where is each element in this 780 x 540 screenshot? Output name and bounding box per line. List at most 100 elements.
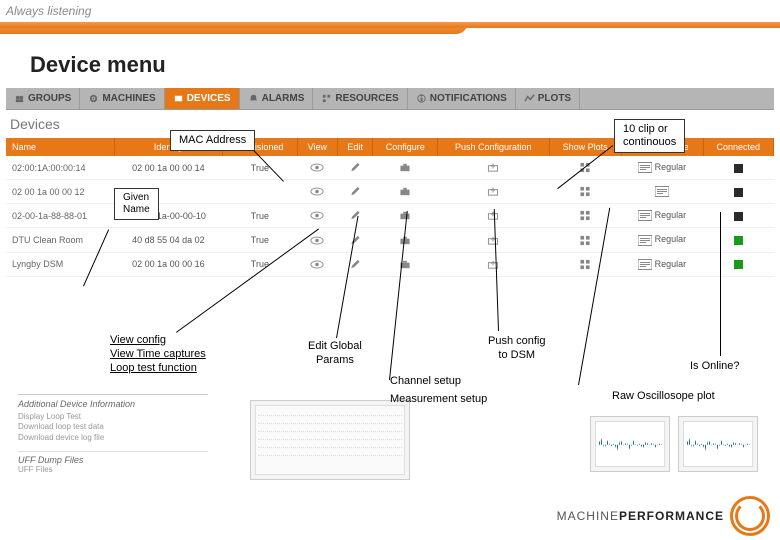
push-icon (486, 235, 500, 246)
bell-icon (248, 93, 259, 104)
nav-label: MACHINES (102, 93, 155, 104)
status-square-icon (734, 188, 743, 197)
grid-icon (578, 259, 592, 270)
cell-identity: 02 00 1a 00 00 16 (114, 252, 222, 276)
callout-mac-address: MAC Address (170, 130, 255, 151)
oscilloscope-screenshot (590, 416, 670, 472)
push-config-button[interactable] (438, 252, 549, 276)
briefcase-icon (398, 162, 412, 173)
license-icon (638, 259, 652, 270)
cell-connected (703, 156, 773, 180)
edit-button[interactable] (337, 252, 372, 276)
push-config-button[interactable] (438, 156, 549, 180)
nav-label: RESOURCES (335, 93, 398, 104)
cell-provisioned: True (223, 228, 298, 252)
footer-brand: MACHINEPERFORMANCE (557, 496, 770, 536)
page-title: Device menu (30, 52, 750, 78)
view-button[interactable] (297, 180, 337, 204)
briefcase-icon (398, 235, 412, 246)
cell-provisioned: True (223, 204, 298, 228)
nav-devices[interactable]: DEVICES (165, 88, 240, 109)
eye-icon (310, 259, 324, 270)
nav-label: NOTIFICATIONS (430, 93, 507, 104)
table-row: 02:00:1A:00:00:1402 00 1a 00 00 14True R… (6, 156, 774, 180)
nav-notifications[interactable]: NOTIFICATIONS (408, 88, 516, 109)
addl-header: Additional Device Information (18, 399, 208, 409)
table-row: DTU Clean Room40 d8 55 04 da 02True Regu… (6, 228, 774, 252)
configure-button[interactable] (373, 252, 438, 276)
addl-link[interactable]: Download device log file (18, 433, 208, 443)
license-icon (638, 210, 652, 221)
eye-icon (310, 186, 324, 197)
gear-icon (88, 93, 99, 104)
cell-provisioned: True (223, 156, 298, 180)
eye-icon (310, 235, 324, 246)
cell-license (621, 180, 703, 204)
license-icon (638, 162, 652, 173)
view-button[interactable] (297, 156, 337, 180)
col-name[interactable]: Name (6, 138, 114, 156)
cell-identity: 02 00 1a 00 00 14 (114, 156, 222, 180)
pencil-icon (348, 210, 362, 221)
cell-license: Regular (621, 156, 703, 180)
nav-resources[interactable]: RESOURCES (313, 88, 407, 109)
cell-name: 02 00 1a 00 00 12 (6, 180, 114, 204)
grid-icon (578, 186, 592, 197)
top-navbar: GROUPS MACHINES DEVICES ALARMS RESOURCES… (6, 88, 774, 110)
orange-header-bar (0, 22, 780, 34)
addl-link[interactable]: Display Loop Test (18, 412, 208, 422)
cell-license: Regular (621, 204, 703, 228)
push-config-button[interactable] (438, 180, 549, 204)
leader-line (720, 212, 721, 356)
license-icon (638, 235, 652, 246)
status-square-icon (734, 260, 743, 269)
edit-button[interactable] (337, 180, 372, 204)
col-edit[interactable]: Edit (337, 138, 372, 156)
view-button[interactable] (297, 252, 337, 276)
pencil-icon (348, 186, 362, 197)
show-plots-button[interactable] (549, 252, 621, 276)
col-push[interactable]: Push Configuration (438, 138, 549, 156)
brand-roundel-icon (730, 496, 770, 536)
brand-text: MACHINEPERFORMANCE (557, 509, 724, 523)
nav-machines[interactable]: MACHINES (80, 88, 164, 109)
configure-button[interactable] (373, 180, 438, 204)
cell-license: Regular (621, 252, 703, 276)
col-view[interactable]: View (297, 138, 337, 156)
plot-icon (524, 93, 535, 104)
annot-view-config: View config (110, 334, 166, 346)
configure-button[interactable] (373, 156, 438, 180)
show-plots-button[interactable] (549, 228, 621, 252)
addl-link[interactable]: Download loop test data (18, 422, 208, 432)
cell-connected (703, 228, 773, 252)
nav-plots[interactable]: PLOTS (516, 88, 580, 109)
push-icon (486, 259, 500, 270)
edit-button[interactable] (337, 156, 372, 180)
nav-label: DEVICES (187, 93, 231, 104)
uff-link[interactable]: UFF Files (18, 465, 208, 475)
cell-connected (703, 204, 773, 228)
show-plots-button[interactable] (549, 204, 621, 228)
nav-groups[interactable]: GROUPS (6, 88, 80, 109)
additional-device-info-panel: Additional Device Information Display Lo… (18, 394, 208, 476)
nav-label: PLOTS (538, 93, 571, 104)
show-plots-button[interactable] (549, 180, 621, 204)
nav-label: GROUPS (28, 93, 71, 104)
annot-is-online: Is Online? (690, 360, 740, 374)
col-configure[interactable]: Configure (373, 138, 438, 156)
nav-alarms[interactable]: ALARMS (240, 88, 314, 109)
status-square-icon (734, 212, 743, 221)
callout-license: 10 clip or continouos (614, 119, 685, 153)
tagline: Always listening (0, 0, 780, 22)
status-square-icon (734, 236, 743, 245)
annot-view-time: View Time captures (110, 348, 206, 360)
cell-connected (703, 252, 773, 276)
callout-given-name: Given Name (114, 188, 159, 220)
cell-name: 02-00-1a-88-88-01 (6, 204, 114, 228)
push-icon (486, 162, 500, 173)
col-connected[interactable]: Connected (703, 138, 773, 156)
push-config-button[interactable] (438, 228, 549, 252)
view-button[interactable] (297, 204, 337, 228)
cell-connected (703, 180, 773, 204)
cell-identity: 40 d8 55 04 da 02 (114, 228, 222, 252)
